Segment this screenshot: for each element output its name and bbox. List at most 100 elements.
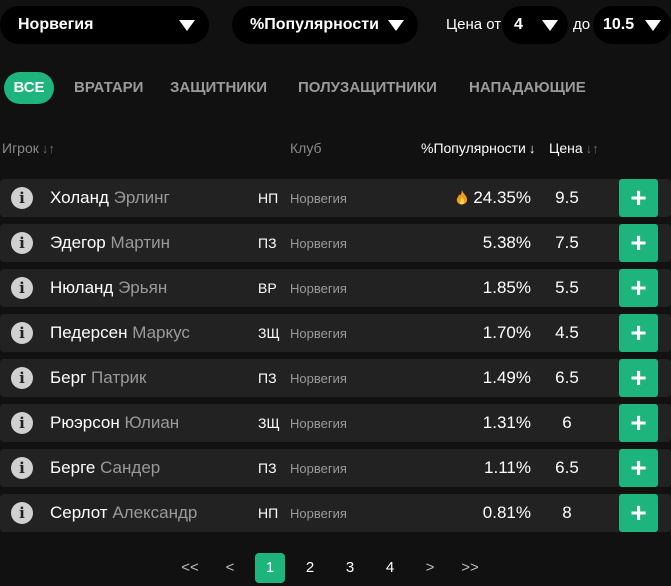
player-club: Норвегия bbox=[290, 236, 347, 251]
player-name: Рюэрсон Юлиан bbox=[50, 413, 179, 433]
table-row: i Педерсен Маркус ЗЩ Норвегия 1.70% 4.5 + bbox=[0, 314, 671, 352]
player-last-name: Берг bbox=[50, 368, 87, 387]
player-club: Норвегия bbox=[290, 326, 347, 341]
info-icon[interactable]: i bbox=[11, 187, 33, 209]
add-player-button[interactable]: + bbox=[619, 269, 658, 307]
player-popularity: 1.49% bbox=[483, 368, 531, 388]
column-popularity-label: %Популярности bbox=[421, 140, 526, 156]
add-player-button[interactable]: + bbox=[619, 404, 658, 442]
player-first-name: Эрлинг bbox=[113, 188, 170, 207]
filter-bar: Норвегия %Популярности Цена от 4 до 10.5 bbox=[0, 6, 671, 44]
player-position: НП bbox=[258, 190, 279, 206]
player-popularity: 0.81% bbox=[483, 503, 531, 523]
sort-select-value: %Популярности bbox=[250, 16, 379, 33]
add-player-button[interactable]: + bbox=[619, 224, 658, 262]
player-position: ПЗ bbox=[258, 370, 277, 386]
player-first-name: Патрик bbox=[91, 368, 147, 387]
player-name: Нюланд Эрьян bbox=[50, 278, 167, 298]
column-popularity[interactable]: %Популярности ↓ bbox=[421, 140, 535, 156]
player-last-name: Холанд bbox=[50, 188, 109, 207]
player-price: 5.5 bbox=[555, 278, 579, 297]
player-club: Норвегия bbox=[290, 191, 347, 206]
player-position: ПЗ bbox=[258, 235, 277, 251]
player-popularity: 1.11% bbox=[484, 458, 531, 478]
info-icon[interactable]: i bbox=[11, 457, 33, 479]
first-page-button[interactable]: << bbox=[175, 553, 205, 583]
player-price: 4.5 bbox=[555, 323, 579, 342]
player-name: Серлот Александр bbox=[50, 503, 197, 523]
popularity-value: 1.70% bbox=[482, 323, 531, 342]
add-player-button[interactable]: + bbox=[619, 179, 658, 217]
tab-forwards[interactable]: НАПАДАЮЩИЕ bbox=[469, 72, 586, 104]
popularity-value: 5.38% bbox=[482, 233, 531, 252]
player-club: Норвегия bbox=[290, 416, 347, 431]
fire-icon bbox=[454, 189, 470, 207]
info-icon[interactable]: i bbox=[11, 232, 33, 254]
column-price-label: Цена bbox=[549, 140, 583, 156]
info-icon[interactable]: i bbox=[11, 322, 33, 344]
player-name: Берге Сандер bbox=[50, 458, 160, 478]
tab-defenders[interactable]: ЗАЩИТНИКИ bbox=[170, 72, 267, 104]
page-button-1[interactable]: 1 bbox=[255, 553, 285, 583]
price-to-label: до bbox=[573, 16, 591, 33]
add-player-button[interactable]: + bbox=[619, 359, 658, 397]
sort-desc-icon: ↓ bbox=[528, 141, 536, 156]
price-from-value: 4 bbox=[514, 16, 523, 33]
player-club: Норвегия bbox=[290, 371, 347, 386]
add-player-button[interactable]: + bbox=[619, 494, 658, 532]
table-row: i Серлот Александр НП Норвегия 0.81% 8 + bbox=[0, 494, 671, 532]
player-club: Норвегия bbox=[290, 506, 347, 521]
player-name: Берг Патрик bbox=[50, 368, 147, 388]
popularity-value: 1.85% bbox=[482, 278, 531, 297]
popularity-value: 1.11% bbox=[484, 458, 531, 477]
player-popularity: 1.70% bbox=[483, 323, 531, 343]
info-icon[interactable]: i bbox=[11, 412, 33, 434]
popularity-value: 0.81% bbox=[482, 503, 531, 522]
column-player[interactable]: Игрок ↓↑ bbox=[2, 140, 55, 156]
player-club: Норвегия bbox=[290, 461, 347, 476]
page-button-2[interactable]: 2 bbox=[295, 553, 325, 583]
tab-all[interactable]: ВСЕ bbox=[4, 72, 54, 104]
page-button-4[interactable]: 4 bbox=[375, 553, 405, 583]
tab-midfielders[interactable]: ПОЛУЗАЩИТНИКИ bbox=[298, 72, 437, 104]
player-price: 6 bbox=[562, 413, 572, 432]
add-player-button[interactable]: + bbox=[619, 449, 658, 487]
info-icon[interactable]: i bbox=[11, 502, 33, 524]
last-page-button[interactable]: >> bbox=[455, 553, 485, 583]
tab-goalkeepers[interactable]: ВРАТАРИ bbox=[74, 72, 143, 104]
player-position: НП bbox=[258, 505, 279, 521]
player-price: 7.5 bbox=[555, 233, 579, 252]
player-name: Холанд Эрлинг bbox=[50, 188, 170, 208]
price-from-label: Цена от bbox=[446, 16, 502, 33]
player-first-name: Сандер bbox=[100, 458, 161, 477]
player-last-name: Педерсен bbox=[50, 323, 128, 342]
price-to-value: 10.5 bbox=[603, 16, 635, 33]
info-icon[interactable]: i bbox=[11, 277, 33, 299]
player-last-name: Эдегор bbox=[50, 233, 106, 252]
country-select-value: Норвегия bbox=[18, 16, 94, 33]
next-page-button[interactable]: > bbox=[415, 553, 445, 583]
player-popularity: 5.38% bbox=[483, 233, 531, 253]
chevron-down-icon bbox=[645, 19, 661, 31]
player-first-name: Мартин bbox=[110, 233, 171, 252]
info-icon[interactable]: i bbox=[11, 367, 33, 389]
price-from-select[interactable]: 4 bbox=[502, 6, 568, 44]
player-popularity: 24.35% bbox=[454, 188, 531, 208]
column-price[interactable]: Цена ↓↑ bbox=[549, 140, 599, 156]
player-popularity: 1.85% bbox=[483, 278, 531, 298]
player-last-name: Нюланд bbox=[50, 278, 114, 297]
player-price: 8 bbox=[562, 503, 572, 522]
player-price: 9.5 bbox=[555, 188, 579, 207]
player-name: Педерсен Маркус bbox=[50, 323, 190, 343]
country-select[interactable]: Норвегия bbox=[0, 6, 209, 44]
prev-page-button[interactable]: < bbox=[215, 553, 245, 583]
chevron-down-icon bbox=[388, 19, 404, 31]
page-button-3[interactable]: 3 bbox=[335, 553, 365, 583]
table-row: i Холанд Эрлинг НП Норвегия 24.35% 9.5 + bbox=[0, 179, 671, 217]
player-popularity: 1.31% bbox=[483, 413, 531, 433]
table-row: i Эдегор Мартин ПЗ Норвегия 5.38% 7.5 + bbox=[0, 224, 671, 262]
add-player-button[interactable]: + bbox=[619, 314, 658, 352]
price-to-select[interactable]: 10.5 bbox=[593, 6, 671, 44]
player-position: ЗЩ bbox=[258, 415, 280, 431]
sort-select[interactable]: %Популярности bbox=[232, 6, 418, 44]
